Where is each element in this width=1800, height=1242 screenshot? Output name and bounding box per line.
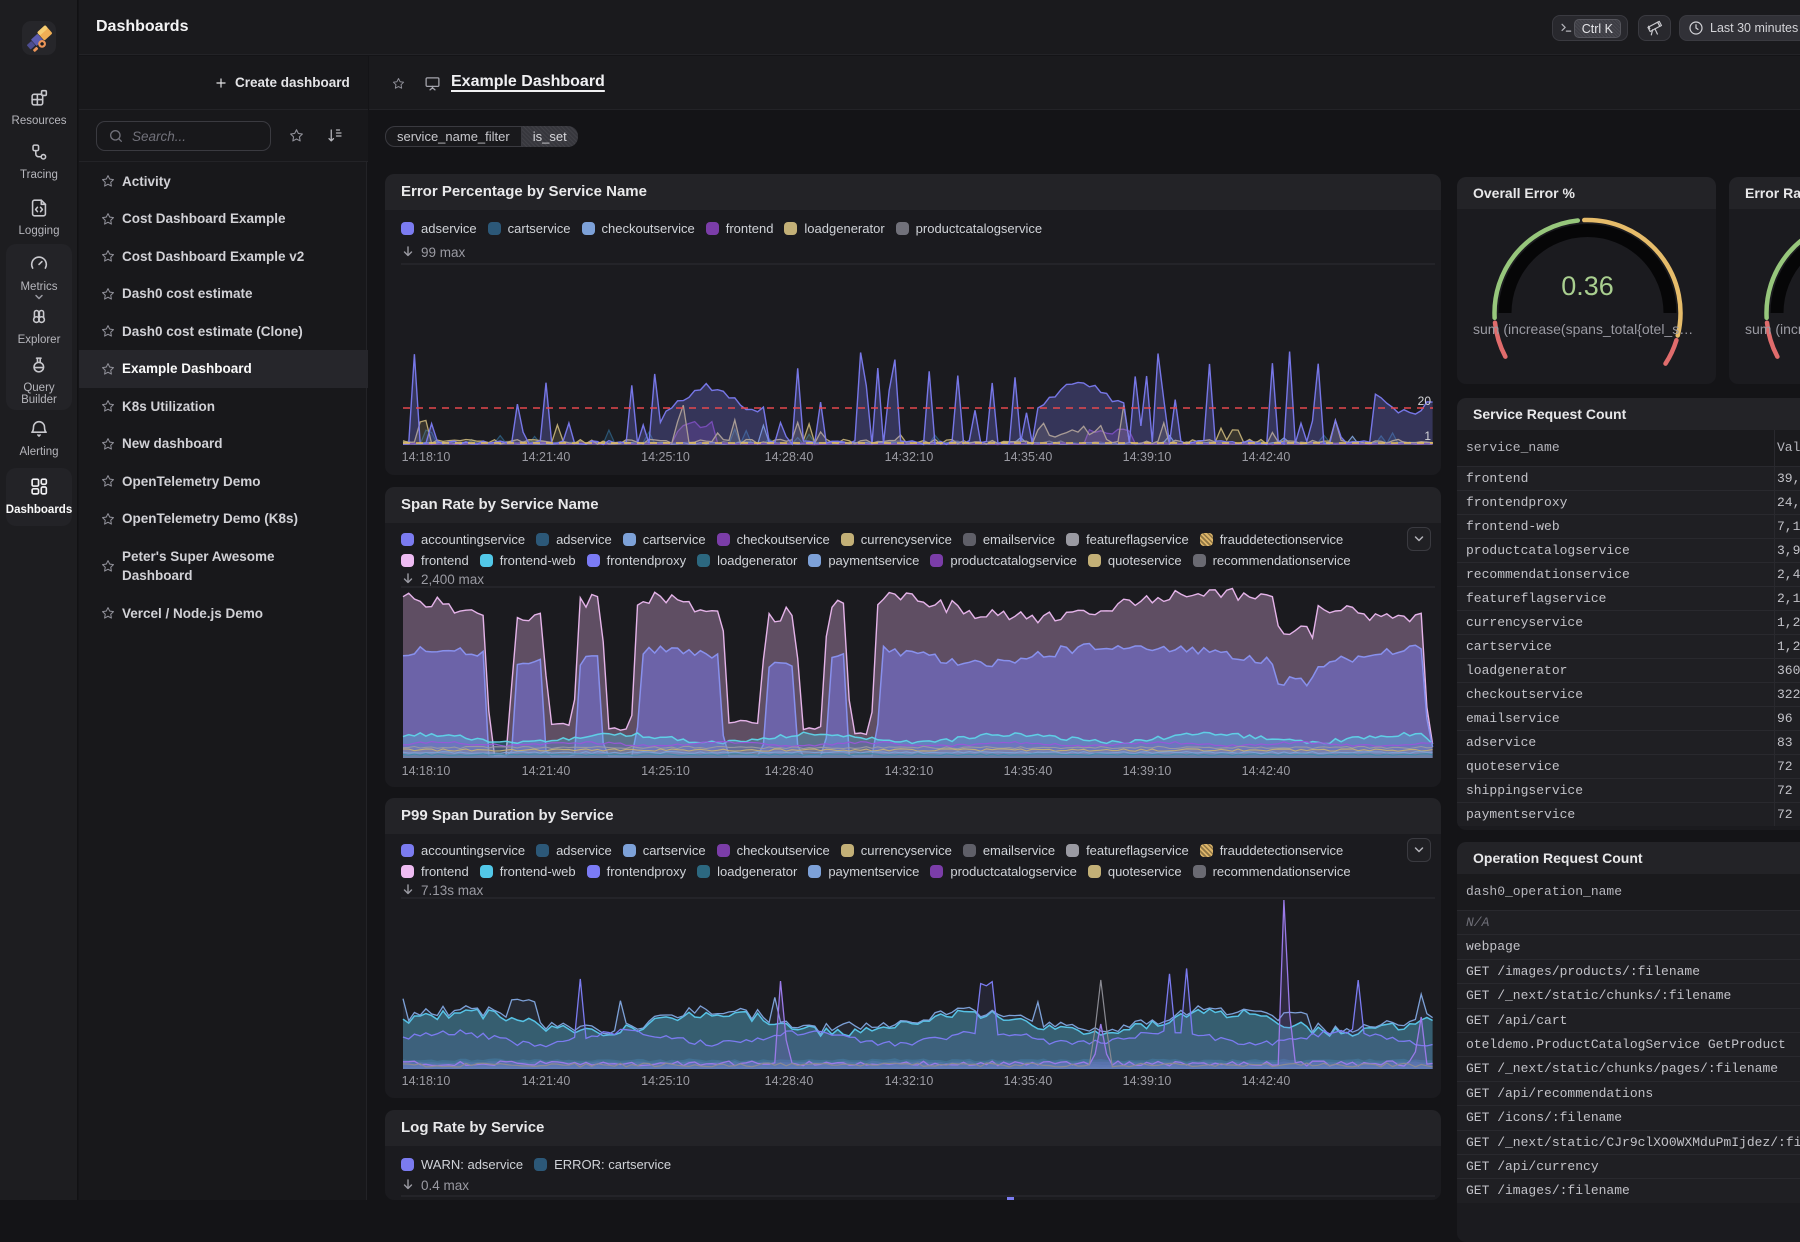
- svg-text:14:25:10: 14:25:10: [641, 764, 690, 778]
- svg-text:14:42:40: 14:42:40: [1242, 764, 1291, 778]
- svg-text:14:32:10: 14:32:10: [885, 1074, 934, 1088]
- svg-text:14:32:10: 14:32:10: [885, 764, 934, 778]
- svg-text:14:35:40: 14:35:40: [1004, 1074, 1053, 1088]
- svg-text:14:35:40: 14:35:40: [1004, 764, 1053, 778]
- svg-text:14:28:40: 14:28:40: [765, 764, 814, 778]
- svg-text:0.36: 0.36: [1561, 271, 1614, 301]
- svg-text:14:28:40: 14:28:40: [765, 450, 814, 464]
- svg-text:14:21:40: 14:21:40: [522, 1074, 571, 1088]
- svg-text:14:42:40: 14:42:40: [1242, 450, 1291, 464]
- svg-text:14:25:10: 14:25:10: [641, 450, 690, 464]
- svg-text:14:18:10: 14:18:10: [402, 1074, 451, 1088]
- svg-text:14:39:10: 14:39:10: [1123, 764, 1172, 778]
- svg-text:14:39:10: 14:39:10: [1123, 1074, 1172, 1088]
- svg-text:14:25:10: 14:25:10: [641, 1074, 690, 1088]
- svg-text:14:21:40: 14:21:40: [522, 450, 571, 464]
- svg-text:20: 20: [1418, 394, 1432, 408]
- svg-text:14:35:40: 14:35:40: [1004, 450, 1053, 464]
- svg-text:14:21:40: 14:21:40: [522, 764, 571, 778]
- svg-text:14:18:10: 14:18:10: [402, 764, 451, 778]
- svg-text:14:39:10: 14:39:10: [1123, 450, 1172, 464]
- svg-text:14:32:10: 14:32:10: [885, 450, 934, 464]
- svg-text:1: 1: [1424, 429, 1431, 443]
- svg-text:14:28:40: 14:28:40: [765, 1074, 814, 1088]
- svg-text:14:18:10: 14:18:10: [402, 450, 451, 464]
- svg-text:14:42:40: 14:42:40: [1242, 1074, 1291, 1088]
